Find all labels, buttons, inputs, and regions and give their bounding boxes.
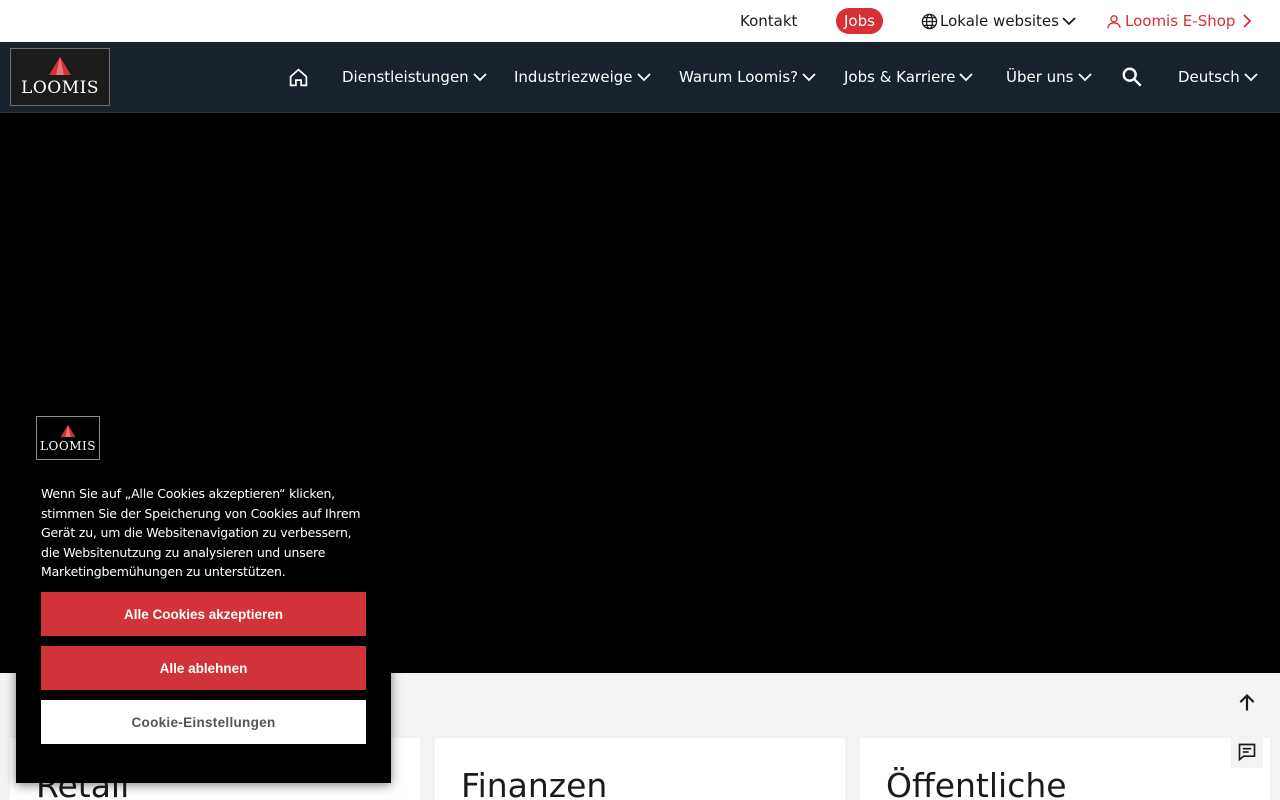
logo-triangle-icon xyxy=(49,57,71,75)
search-button[interactable] xyxy=(1121,42,1143,112)
chevron-down-icon xyxy=(636,73,651,82)
nav-item-ueber-uns[interactable]: Über uns xyxy=(1006,42,1092,112)
chat-icon xyxy=(1238,743,1256,762)
chevron-right-icon xyxy=(1243,14,1252,28)
local-websites-dropdown[interactable]: Lokale websites xyxy=(921,0,1078,42)
nav-item-jobs-karriere[interactable]: Jobs & Karriere xyxy=(844,42,974,112)
logo-triangle-icon xyxy=(60,424,76,437)
logo-wordmark: LOOMIS xyxy=(40,438,96,453)
eshop-link[interactable]: Loomis E-Shop xyxy=(1106,0,1254,42)
chevron-down-icon xyxy=(802,73,816,82)
language-label: Deutsch xyxy=(1178,68,1240,86)
nav-item-dienstleistungen[interactable]: Dienstleistungen xyxy=(342,42,487,112)
home-icon xyxy=(289,67,308,86)
chevron-down-icon xyxy=(473,73,487,82)
language-selector[interactable]: Deutsch xyxy=(1178,42,1258,112)
accept-all-cookies-button[interactable]: Alle Cookies akzeptieren xyxy=(41,592,366,636)
industry-card-oeffentliche[interactable]: Öffentliche xyxy=(860,738,1270,800)
cookie-settings-button[interactable]: Cookie-Einstellungen xyxy=(41,700,366,744)
home-link[interactable] xyxy=(288,42,309,112)
reject-all-cookies-button[interactable]: Alle ablehnen xyxy=(41,646,366,690)
cookie-consent-text: Wenn Sie auf „Alle Cookies akzeptieren“ … xyxy=(41,486,361,579)
main-navigation: LOOMIS Dienstleistungen Industriezweige … xyxy=(0,42,1280,113)
nav-item-industriezweige[interactable]: Industriezweige xyxy=(514,42,651,112)
logo-wordmark: LOOMIS xyxy=(21,78,99,98)
card-title: Öffentliche xyxy=(886,766,1067,800)
utility-bar: Kontakt Jobs Lokale websites Loomis E-Sh… xyxy=(0,0,1280,42)
nav-label: Jobs & Karriere xyxy=(844,68,956,86)
eshop-label: Loomis E-Shop xyxy=(1125,12,1236,30)
arrow-up-icon xyxy=(1239,693,1255,711)
local-websites-label: Lokale websites xyxy=(940,12,1059,30)
scroll-to-top-button[interactable] xyxy=(1232,688,1262,718)
card-title: Finanzen xyxy=(461,766,608,800)
jobs-link[interactable]: Jobs xyxy=(836,8,883,34)
search-icon xyxy=(1122,67,1142,87)
user-icon xyxy=(1107,14,1121,28)
loomis-logo[interactable]: LOOMIS xyxy=(10,48,110,106)
nav-item-warum-loomis[interactable]: Warum Loomis? xyxy=(679,42,816,112)
chevron-down-icon xyxy=(959,73,974,82)
nav-label: Industriezweige xyxy=(514,68,633,86)
cookie-banner-logo: LOOMIS xyxy=(36,416,100,460)
nav-label: Dienstleistungen xyxy=(342,68,469,86)
chevron-down-icon xyxy=(1077,73,1092,82)
nav-label: Warum Loomis? xyxy=(679,68,799,86)
globe-icon xyxy=(921,13,938,29)
cookie-banner: LOOMIS Wenn Sie auf „Alle Cookies akzept… xyxy=(16,395,391,783)
chevron-down-icon xyxy=(1062,17,1076,26)
contact-link[interactable]: Kontakt xyxy=(740,0,797,42)
chat-button[interactable] xyxy=(1231,736,1263,768)
chevron-down-icon xyxy=(1244,73,1258,82)
nav-label: Über uns xyxy=(1006,68,1074,86)
industry-card-finanzen[interactable]: Finanzen xyxy=(435,738,845,800)
